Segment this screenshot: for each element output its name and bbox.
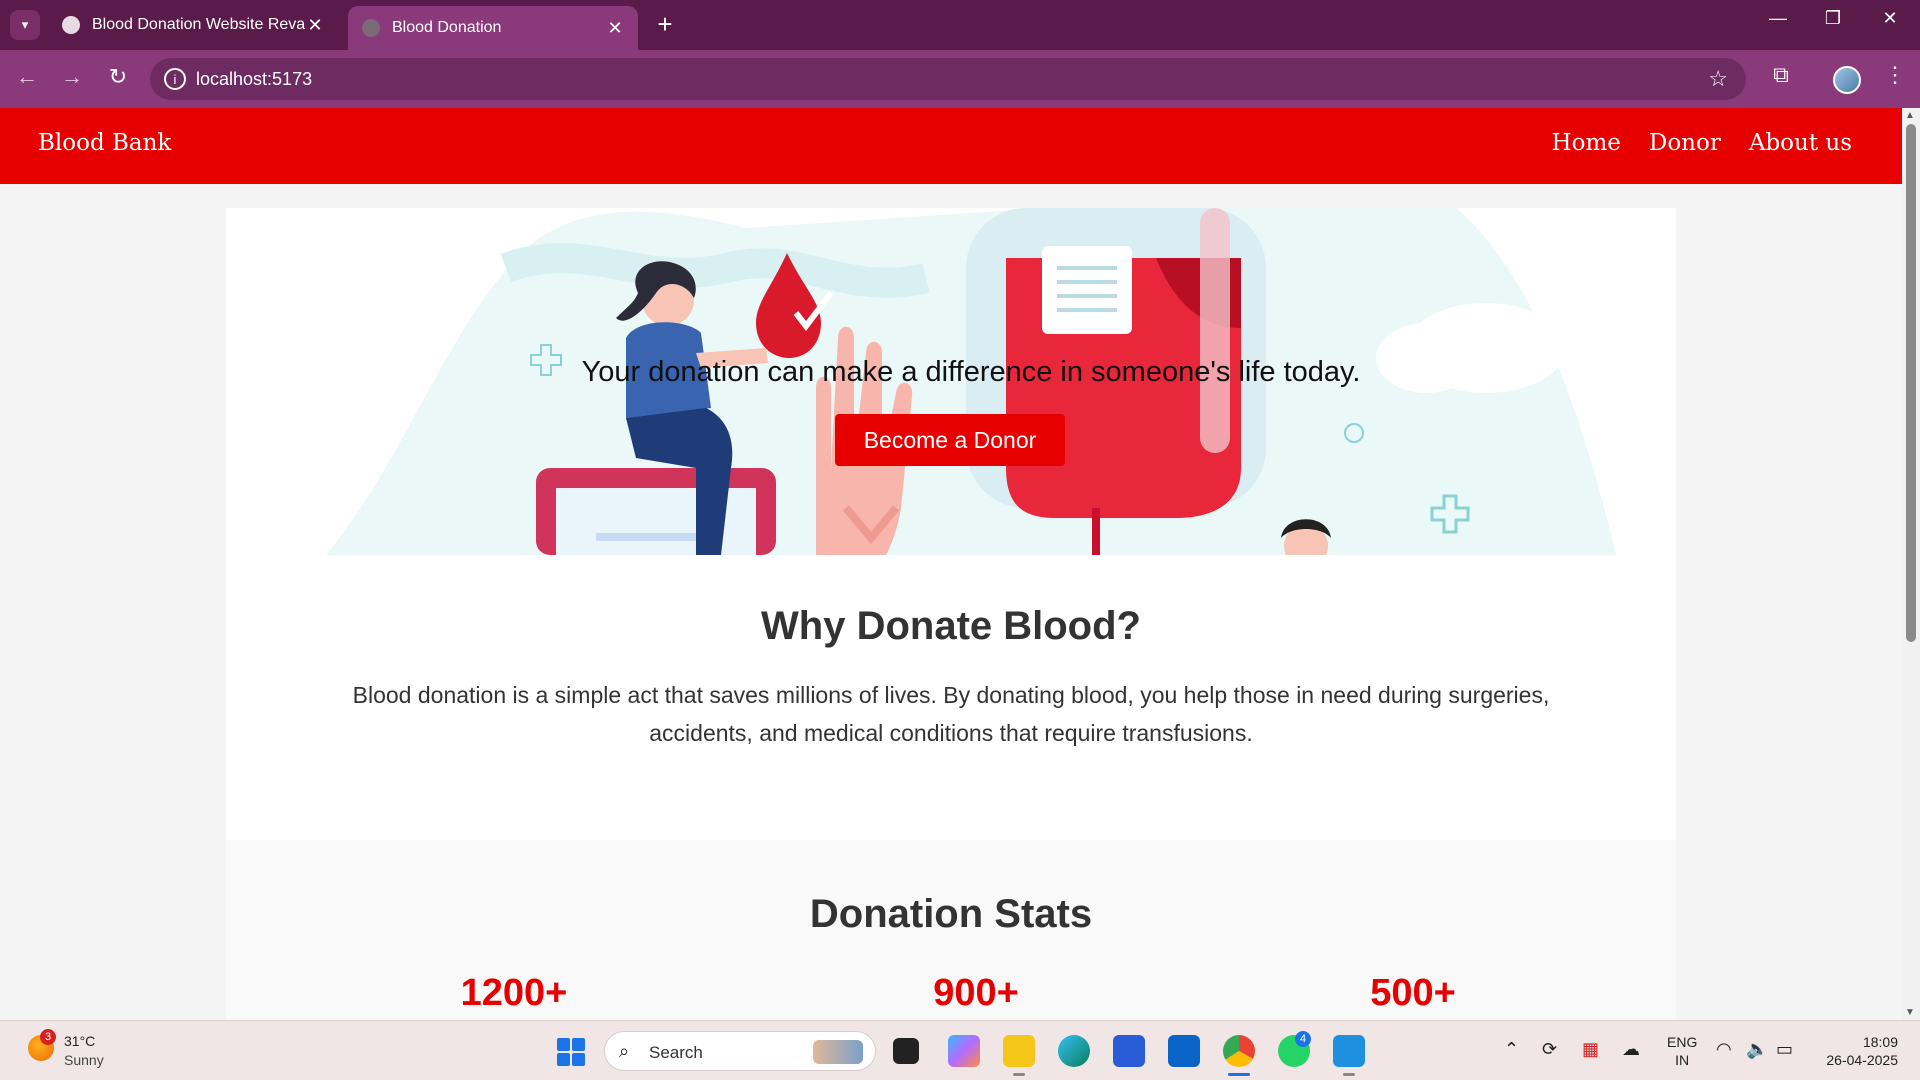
windows-taskbar: 3 31°C Sunny ⌕ Search 4 ⌃ ⟳ ▦ ☁ ENG IN ◠… <box>0 1020 1920 1080</box>
tab-blood-donation[interactable]: Blood Donation ✕ <box>348 6 638 50</box>
language-indicator[interactable]: ENG IN <box>1667 1033 1697 1069</box>
close-window-icon[interactable]: ✕ <box>1870 8 1910 29</box>
search-highlight-image <box>813 1040 863 1064</box>
hero-banner: Your donation can make a difference in s… <box>326 208 1616 555</box>
hero-tagline: Your donation can make a difference in s… <box>581 356 1361 388</box>
stat-value: 1200+ <box>460 972 568 1014</box>
globe-favicon-icon <box>362 19 380 37</box>
browser-menu-icon[interactable]: ⋮ <box>1880 62 1910 88</box>
file-explorer-icon[interactable] <box>1003 1035 1035 1067</box>
weather-alert-badge: 3 <box>40 1029 56 1045</box>
browser-toolbar: ← → ↻ i localhost:5173 ☆ ⧉ ⋮ <box>0 50 1920 108</box>
page-scrollbar[interactable]: ▲ ▼ <box>1902 108 1920 1020</box>
task-view-icon[interactable] <box>893 1038 919 1064</box>
stat-value: 500+ <box>1370 972 1456 1014</box>
close-tab-icon[interactable]: ✕ <box>606 18 624 39</box>
nav-about-link[interactable]: About us <box>1749 130 1852 156</box>
close-tab-icon[interactable]: ✕ <box>306 15 324 36</box>
become-donor-button[interactable]: Become a Donor <box>835 414 1065 466</box>
forward-icon[interactable]: → <box>57 64 87 90</box>
browser-tab-strip: ▾ Blood Donation Website Revam ✕ Blood D… <box>0 0 1920 50</box>
site-brand[interactable]: Blood Bank <box>38 130 171 156</box>
search-icon: ⌕ <box>619 1041 630 1061</box>
tab-title: Blood Donation <box>392 19 502 36</box>
profile-avatar[interactable] <box>1833 66 1861 94</box>
outlook-icon[interactable] <box>1168 1035 1200 1067</box>
stat-value: 900+ <box>933 972 1019 1014</box>
calendar-app-icon[interactable]: ▦ <box>1582 1039 1599 1060</box>
back-icon[interactable]: ← <box>12 64 42 90</box>
taskbar-search[interactable]: ⌕ Search <box>604 1031 876 1071</box>
active-indicator <box>1228 1073 1250 1076</box>
donation-stats-section: Donation Stats 1200+ 900+ 500+ <box>226 840 1676 1020</box>
minimize-icon[interactable]: — <box>1758 8 1798 29</box>
tab-title: Blood Donation Website Revam <box>92 16 306 33</box>
tab-search-button[interactable]: ▾ <box>10 10 40 40</box>
running-indicator <box>1343 1073 1355 1076</box>
address-bar[interactable]: i localhost:5173 ☆ <box>150 58 1746 100</box>
copilot-icon[interactable] <box>948 1035 980 1067</box>
nav-home-link[interactable]: Home <box>1552 130 1621 156</box>
whatsapp-badge: 4 <box>1295 1031 1311 1047</box>
bookmark-star-icon[interactable]: ☆ <box>1708 66 1728 92</box>
url-text: localhost:5173 <box>196 69 313 89</box>
running-indicator <box>1013 1073 1025 1076</box>
weather-temperature[interactable]: 31°C <box>64 1033 95 1049</box>
donation-stats-heading: Donation Stats <box>809 892 1093 936</box>
site-info-icon[interactable]: i <box>164 68 186 90</box>
wifi-icon[interactable]: ◠ <box>1716 1039 1732 1060</box>
system-clock[interactable]: 18:09 26-04-2025 <box>1818 1033 1898 1069</box>
new-tab-button[interactable]: + <box>650 10 680 40</box>
search-label: Search <box>649 1043 703 1062</box>
chatgpt-favicon-icon <box>62 16 80 34</box>
weather-description[interactable]: Sunny <box>64 1052 104 1068</box>
vscode-icon[interactable] <box>1333 1035 1365 1067</box>
site-nav-links: Home Donor About us <box>1552 130 1852 156</box>
windows-start-icon[interactable] <box>557 1038 585 1066</box>
site-navbar: Blood Bank Home Donor About us <box>0 108 1902 184</box>
clock-time: 18:09 <box>1862 1034 1898 1050</box>
battery-icon[interactable]: ▭ <box>1776 1039 1793 1060</box>
onedrive-icon[interactable]: ☁ <box>1622 1039 1640 1060</box>
reload-icon[interactable]: ↻ <box>103 64 133 90</box>
clock-date: 26-04-2025 <box>1826 1052 1898 1068</box>
edge-icon[interactable] <box>1058 1035 1090 1067</box>
chrome-icon[interactable] <box>1223 1035 1255 1067</box>
scrollbar-thumb[interactable] <box>1906 124 1916 642</box>
scroll-down-icon[interactable]: ▼ <box>1905 1007 1915 1018</box>
volume-icon[interactable]: 🔈 <box>1746 1039 1768 1060</box>
hidden-icons-chevron-icon[interactable]: ⌃ <box>1504 1039 1519 1060</box>
tab-blood-donation-revamp[interactable]: Blood Donation Website Revam ✕ <box>48 6 338 44</box>
why-donate-heading: Why Donate Blood? <box>761 604 1141 648</box>
microsoft-store-icon[interactable] <box>1113 1035 1145 1067</box>
restore-icon[interactable]: ❐ <box>1813 8 1853 29</box>
nav-donor-link[interactable]: Donor <box>1649 130 1721 156</box>
main-content: Your donation can make a difference in s… <box>226 208 1676 1020</box>
language-code: ENG <box>1667 1034 1698 1050</box>
why-donate-text: Blood donation is a simple act that save… <box>352 682 1550 746</box>
extensions-icon[interactable]: ⧉ <box>1766 62 1796 88</box>
scroll-up-icon[interactable]: ▲ <box>1905 110 1915 121</box>
region-code: IN <box>1675 1052 1690 1068</box>
sync-icon[interactable]: ⟳ <box>1542 1039 1557 1060</box>
